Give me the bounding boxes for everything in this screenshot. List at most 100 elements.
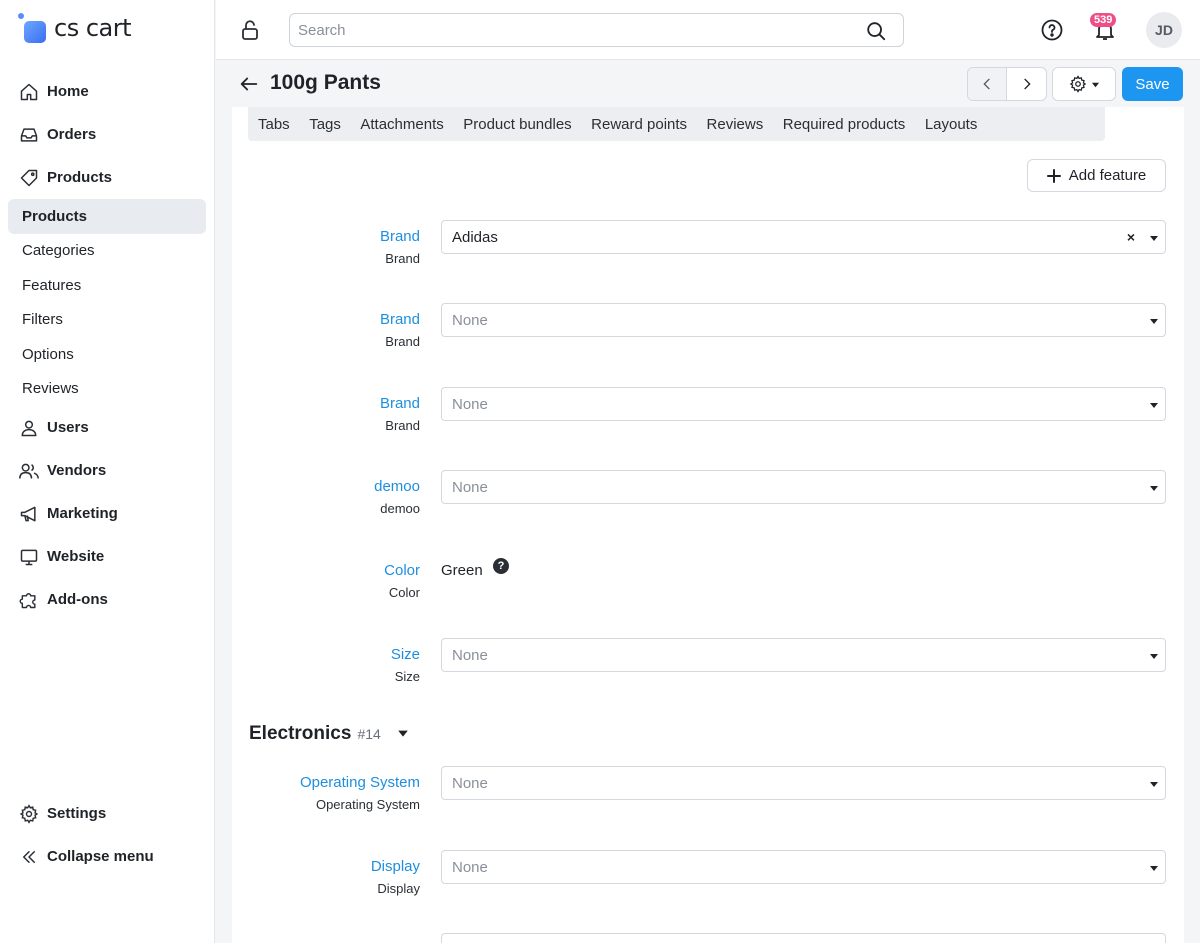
feature-label: Size Size [391, 646, 420, 686]
chevron-right-icon [1023, 78, 1031, 90]
feature-row: Display Display None [232, 850, 1184, 906]
cs-cart-logo[interactable]: cs cart [18, 12, 132, 44]
sidebar-item-marketing[interactable]: Marketing [8, 492, 206, 535]
sidebar-subitem-categories[interactable]: Categories [8, 234, 206, 269]
feature-select-value: None [452, 479, 488, 496]
save-button[interactable]: Save [1122, 67, 1183, 101]
question-icon[interactable]: ? [493, 558, 509, 574]
tab-reward-points[interactable]: Reward points [591, 116, 687, 133]
sidebar-subitem-reviews[interactable]: Reviews [8, 372, 206, 407]
sidebar-item-label: Collapse menu [47, 848, 154, 865]
feature-row: Size Size None [232, 638, 1184, 694]
gear-icon [1069, 75, 1086, 93]
sidebar-item-home[interactable]: Home [8, 70, 206, 113]
next-product-button[interactable] [1007, 68, 1046, 100]
feature-name-link[interactable]: Brand [380, 395, 420, 413]
home-icon [18, 81, 40, 103]
sidebar-item-vendors[interactable]: Vendors [8, 449, 206, 492]
sidebar-item-website[interactable]: Website [8, 535, 206, 578]
help-icon[interactable] [1040, 18, 1064, 42]
sidebar-item-orders[interactable]: Orders [8, 113, 206, 156]
sidebar-item-users[interactable]: Users [8, 406, 206, 449]
sidebar-item-products[interactable]: Products [8, 156, 206, 199]
caret-down-icon [1150, 654, 1158, 659]
user-icon [18, 417, 40, 439]
tab-tabs[interactable]: Tabs [258, 116, 290, 133]
chevron-left-icon [983, 78, 990, 90]
feature-name-link[interactable]: Brand [380, 228, 420, 246]
feature-select[interactable]: Adidas × [441, 220, 1166, 254]
tab-reviews[interactable]: Reviews [707, 116, 764, 133]
megaphone-icon [18, 503, 40, 525]
puzzle-icon [18, 589, 40, 611]
feature-select[interactable]: None [441, 766, 1166, 800]
feature-group-header[interactable]: Electronics #14 [249, 723, 409, 745]
feature-select[interactable]: None [441, 470, 1166, 504]
back-arrow-icon[interactable] [238, 73, 260, 95]
feature-description: Brand [385, 251, 420, 266]
feature-name-link[interactable]: Display [371, 858, 420, 876]
feature-name-link[interactable]: demoo [374, 478, 420, 496]
notifications-badge: 539 [1090, 13, 1117, 27]
feature-row-partial [232, 933, 1184, 943]
avatar[interactable]: JD [1146, 12, 1182, 48]
page-title: 100g Pants [270, 71, 381, 94]
feature-select[interactable] [441, 933, 1166, 943]
add-feature-button[interactable]: Add feature [1027, 159, 1166, 192]
tab-layouts[interactable]: Layouts [925, 116, 978, 133]
sidebar-item-collapse[interactable]: Collapse menu [8, 835, 206, 878]
group-name: Electronics [249, 723, 352, 744]
feature-name-link[interactable]: Operating System [300, 774, 420, 792]
logo-mark-icon [18, 13, 48, 43]
product-pager [967, 67, 1047, 101]
sidebar-subitem-options[interactable]: Options [8, 337, 206, 372]
feature-name-link[interactable]: Brand [380, 311, 420, 329]
caret-down-icon [397, 730, 408, 737]
sidebar-item-addons[interactable]: Add-ons [8, 578, 206, 621]
sidebar-subitem-filters[interactable]: Filters [8, 303, 206, 338]
feature-description: Display [377, 881, 420, 896]
clear-icon[interactable]: × [1127, 229, 1135, 245]
sidebar: cs cart Home Orders Products Products Ca… [0, 0, 215, 943]
sidebar-item-label: Add-ons [47, 591, 108, 608]
tab-required-products[interactable]: Required products [783, 116, 906, 133]
lock-icon[interactable] [238, 18, 262, 42]
sidebar-subitem-products[interactable]: Products [8, 199, 206, 234]
settings-dropdown-button[interactable] [1052, 67, 1116, 101]
feature-select[interactable]: None [441, 850, 1166, 884]
feature-name-link[interactable]: Color [384, 562, 420, 580]
feature-label: Brand Brand [380, 228, 420, 268]
search-input[interactable] [290, 14, 850, 46]
caret-down-icon [1091, 82, 1099, 87]
sidebar-subitem-features[interactable]: Features [8, 268, 206, 303]
feature-select-value: None [452, 312, 488, 329]
feature-select[interactable]: None [441, 638, 1166, 672]
page-header: 100g Pants Save [216, 61, 1200, 107]
caret-down-icon [1150, 782, 1158, 787]
tab-product-bundles[interactable]: Product bundles [463, 116, 571, 133]
sidebar-item-label: Orders [47, 126, 97, 143]
sidebar-item-label: Website [47, 548, 105, 565]
feature-label: demoo demoo [374, 478, 420, 518]
feature-select[interactable]: None [441, 387, 1166, 421]
feature-select-value: None [452, 859, 488, 876]
group-id: #14 [357, 726, 381, 742]
sidebar-item-label: Marketing [47, 505, 118, 522]
feature-row: Brand Brand None [232, 387, 1184, 443]
search-icon[interactable] [865, 20, 887, 42]
top-bar: 539 JD [216, 0, 1200, 60]
feature-label: Operating System Operating System [300, 774, 420, 814]
feature-name-link[interactable]: Size [391, 646, 420, 664]
feature-select[interactable]: None [441, 303, 1166, 337]
prev-product-button[interactable] [968, 68, 1008, 100]
double-chevron-left-icon [18, 846, 40, 868]
feature-select-value: Adidas [452, 229, 498, 246]
sidebar-item-label: Home [47, 83, 89, 100]
inbox-icon [18, 124, 40, 146]
plus-icon [1046, 168, 1061, 183]
caret-down-icon [1150, 486, 1158, 491]
sidebar-item-settings[interactable]: Settings [8, 792, 206, 835]
monitor-icon [18, 546, 40, 568]
tab-tags[interactable]: Tags [309, 116, 341, 133]
tab-attachments[interactable]: Attachments [360, 116, 443, 133]
